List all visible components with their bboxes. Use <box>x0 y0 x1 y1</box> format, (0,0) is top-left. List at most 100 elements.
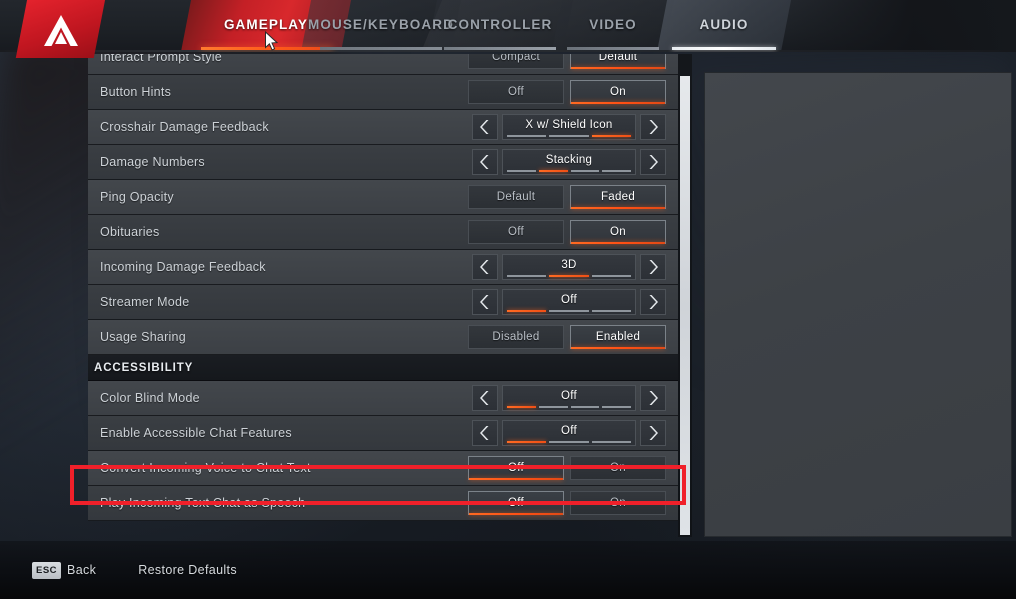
settings-row[interactable]: Ping Opacity Default Faded <box>88 180 678 215</box>
tab-mouse-keyboard-label: MOUSE/KEYBOARD <box>308 17 454 32</box>
back-label: Back <box>67 563 97 577</box>
settings-row[interactable]: Convert Incoming Voice to Chat Text Off On <box>88 451 678 486</box>
settings-row-label: Color Blind Mode <box>100 391 200 405</box>
cycle-segment-indicator <box>507 135 631 137</box>
option-button-disabled[interactable]: Disabled <box>468 325 564 349</box>
cycle-segment <box>602 170 631 172</box>
settings-row[interactable]: Incoming Damage Feedback 3D <box>88 250 678 285</box>
tab-controller[interactable]: CONTROLLER <box>426 0 574 52</box>
settings-row[interactable]: Obituaries Off On <box>88 215 678 250</box>
chevron-left-icon[interactable] <box>472 289 498 315</box>
cycle-segment <box>591 135 631 137</box>
tab-gameplay-label: GAMEPLAY <box>223 17 309 32</box>
chevron-left-icon[interactable] <box>472 254 498 280</box>
cycle-segment <box>591 441 631 443</box>
settings-row[interactable]: Enable Accessible Chat Features Off <box>88 416 678 451</box>
apex-settings-screen: GAMEPLAY MOUSE/KEYBOARD CONTROLLER VIDEO <box>0 0 1016 599</box>
cycle-value-label: X w/ Shield Icon <box>525 119 613 131</box>
cycle-segment <box>549 135 589 137</box>
chevron-right-icon[interactable] <box>640 420 666 446</box>
settings-row[interactable]: Color Blind Mode Off <box>88 381 678 416</box>
toggle-pair-control: Off On <box>468 491 678 515</box>
cycle-value-box[interactable]: Off <box>502 289 636 315</box>
option-button-off[interactable]: Off <box>468 491 564 515</box>
settings-row[interactable]: Play Incoming Text Chat as Speech Off On <box>88 486 678 521</box>
option-button-compact[interactable]: Compact <box>468 54 564 69</box>
chevron-right-icon[interactable] <box>640 385 666 411</box>
chevron-right-icon[interactable] <box>640 289 666 315</box>
chevron-right-icon[interactable] <box>640 114 666 140</box>
cycle-segment <box>507 275 547 277</box>
option-button-off[interactable]: Off <box>468 220 564 244</box>
settings-row-label: Streamer Mode <box>100 295 190 309</box>
settings-row-label: Play Incoming Text Chat as Speech <box>100 496 306 510</box>
toggle-pair-control: Default Faded <box>468 185 678 209</box>
option-button-on[interactable]: On <box>570 220 666 244</box>
option-button-faded[interactable]: Faded <box>570 185 666 209</box>
cycle-segment-indicator <box>507 441 631 443</box>
settings-list: Interact Prompt Style Compact Default Butto… <box>88 54 678 521</box>
cycle-segment <box>549 310 589 312</box>
cycle-value-label: Off <box>560 425 578 437</box>
settings-scrollbar-thumb[interactable] <box>680 76 690 535</box>
cycle-segment-indicator <box>507 275 631 277</box>
option-button-default[interactable]: Default <box>570 54 666 69</box>
cycle-segment-indicator <box>507 310 631 312</box>
restore-defaults-button[interactable]: Restore Defaults <box>138 563 237 577</box>
chevron-left-icon[interactable] <box>472 420 498 446</box>
option-button-off[interactable]: Off <box>468 456 564 480</box>
cycle-segment <box>591 310 631 312</box>
option-button-enabled[interactable]: Enabled <box>570 325 666 349</box>
settings-row[interactable]: Interact Prompt Style Compact Default <box>88 54 678 75</box>
settings-row[interactable]: Crosshair Damage Feedback X w/ Shield Ico… <box>88 110 678 145</box>
tab-audio[interactable]: AUDIO <box>656 0 792 52</box>
chevron-left-icon[interactable] <box>472 114 498 140</box>
cycle-control: X w/ Shield Icon <box>472 114 678 140</box>
settings-row[interactable]: Damage Numbers Stacking <box>88 145 678 180</box>
cycle-segment-indicator <box>507 170 631 172</box>
settings-row-label: Interact Prompt Style <box>100 54 222 64</box>
chevron-right-icon[interactable] <box>640 149 666 175</box>
option-button-on[interactable]: On <box>570 80 666 104</box>
settings-row-label: Enable Accessible Chat Features <box>100 426 292 440</box>
cycle-segment <box>507 406 536 408</box>
settings-row-label: Incoming Damage Feedback <box>100 260 266 274</box>
tab-video[interactable]: VIDEO <box>551 0 675 52</box>
back-button[interactable]: ESC Back <box>32 561 97 579</box>
cycle-value-box[interactable]: Off <box>502 385 636 411</box>
option-button-on[interactable]: On <box>570 491 666 515</box>
cycle-segment <box>507 310 547 312</box>
cycle-value-box[interactable]: Off <box>502 420 636 446</box>
settings-row[interactable]: Usage Sharing Disabled Enabled <box>88 320 678 355</box>
section-header-accessibility: ACCESSIBILITY <box>88 355 678 381</box>
cycle-value-box[interactable]: X w/ Shield Icon <box>502 114 636 140</box>
settings-row[interactable]: Button Hints Off On <box>88 75 678 110</box>
esc-key-badge: ESC <box>32 561 62 579</box>
top-navigation-bar: GAMEPLAY MOUSE/KEYBOARD CONTROLLER VIDEO <box>0 0 1016 52</box>
chevron-left-icon[interactable] <box>472 385 498 411</box>
toggle-pair-control: Disabled Enabled <box>468 325 678 349</box>
chevron-right-icon[interactable] <box>640 254 666 280</box>
cycle-segment <box>570 406 600 408</box>
cycle-segment-indicator <box>507 406 631 408</box>
chevron-left-icon[interactable] <box>472 149 498 175</box>
cycle-control: Off <box>472 385 678 411</box>
option-button-default[interactable]: Default <box>468 185 564 209</box>
toggle-pair-control: Off On <box>468 220 678 244</box>
cycle-control: 3D <box>472 254 678 280</box>
toggle-pair-control: Off On <box>468 80 678 104</box>
cycle-segment <box>507 441 547 443</box>
option-button-off[interactable]: Off <box>468 80 564 104</box>
tab-controller-label: CONTROLLER <box>447 17 553 32</box>
cycle-segment <box>507 170 536 172</box>
settings-tab-strip: GAMEPLAY MOUSE/KEYBOARD CONTROLLER VIDEO <box>0 0 1016 52</box>
settings-row[interactable]: Streamer Mode Off <box>88 285 678 320</box>
cycle-control: Off <box>472 289 678 315</box>
nav-bottom-divider <box>0 50 1016 52</box>
cycle-value-box[interactable]: Stacking <box>502 149 636 175</box>
tab-video-label: VIDEO <box>589 17 637 32</box>
cycle-value-label: Off <box>560 294 578 306</box>
cycle-value-label: Stacking <box>545 154 593 166</box>
cycle-value-box[interactable]: 3D <box>502 254 636 280</box>
option-button-on[interactable]: On <box>570 456 666 480</box>
